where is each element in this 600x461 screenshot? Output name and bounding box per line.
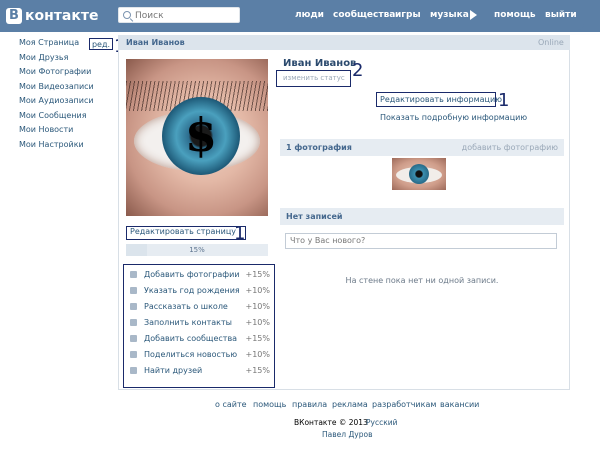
- sidebar-item-photos[interactable]: Мои Фотографии: [19, 67, 91, 76]
- logo-letter: В: [6, 8, 22, 24]
- change-status-link[interactable]: изменить статус: [283, 74, 345, 82]
- annotation-marker: 2: [352, 60, 364, 81]
- wall-title: Нет записей: [286, 212, 343, 221]
- online-status: Online: [538, 38, 564, 47]
- progress-label: 15%: [189, 246, 205, 254]
- task-item[interactable]: Указать год рождения +10%: [130, 284, 270, 298]
- photos-section-bar: 1 фотография добавить фотографию: [280, 139, 564, 156]
- profile-name: Иван Иванов: [283, 58, 357, 69]
- footer-rules[interactable]: правила: [292, 400, 327, 409]
- task-percent: +10%: [245, 286, 270, 295]
- task-label: Добавить сообщества: [144, 334, 238, 343]
- nav-games[interactable]: игры: [395, 0, 421, 30]
- sidebar-edit-link[interactable]: ред.: [89, 38, 113, 50]
- sidebar-item-videos[interactable]: Мои Видеозаписи: [19, 82, 94, 91]
- logo-text: контакте: [25, 8, 99, 24]
- task-label: Найти друзей: [144, 366, 203, 375]
- wall-post-input[interactable]: Что у Вас нового?: [285, 233, 557, 249]
- sidebar-item-news[interactable]: Мои Новости: [19, 125, 73, 134]
- add-photo-link[interactable]: добавить фотографию: [462, 139, 558, 156]
- thumb-eye-iris: [409, 164, 429, 184]
- sidebar-item-audio[interactable]: Мои Аудиозаписи: [19, 96, 94, 105]
- nav-communities[interactable]: сообщества: [333, 0, 395, 30]
- vk-logo[interactable]: В контакте: [6, 7, 98, 25]
- bar-profile-name: Иван Иванов: [126, 38, 185, 47]
- nav-help[interactable]: помощь: [494, 0, 536, 30]
- nav-logout[interactable]: выйти: [545, 0, 577, 30]
- sidebar-item-friends[interactable]: Мои Друзья: [19, 53, 68, 62]
- task-item[interactable]: Добавить фотографии +15%: [130, 268, 270, 282]
- footer-copyright: ВКонтакте © 2013: [294, 418, 368, 427]
- footer-about[interactable]: о сайте: [215, 400, 247, 409]
- task-label: Указать год рождения: [144, 286, 240, 295]
- profile-title-bar: [118, 35, 570, 50]
- star-icon: [130, 335, 137, 342]
- nav-music[interactable]: музыка: [430, 0, 469, 30]
- show-more-info-link[interactable]: Показать подробную информацию: [380, 113, 527, 122]
- task-item[interactable]: Добавить сообщества +15%: [130, 332, 270, 346]
- friends-icon: [130, 367, 137, 374]
- footer-language[interactable]: Русский: [366, 418, 398, 427]
- task-label: Добавить фотографии: [144, 270, 240, 279]
- gift-icon: [130, 287, 137, 294]
- task-item[interactable]: Рассказать о школе +10%: [130, 300, 270, 314]
- search-icon: [123, 11, 131, 19]
- task-item[interactable]: Заполнить контакты +10%: [130, 316, 270, 330]
- task-label: Рассказать о школе: [144, 302, 228, 311]
- search-input[interactable]: Поиск: [118, 7, 240, 23]
- photo-icon: [130, 271, 137, 278]
- task-item[interactable]: Поделиться новостью +10%: [130, 348, 270, 362]
- megaphone-icon: [130, 351, 137, 358]
- sidebar-item-messages[interactable]: Мои Сообщения: [19, 111, 87, 120]
- photo-thumbnail[interactable]: [392, 158, 446, 190]
- task-percent: +15%: [245, 334, 270, 343]
- photos-count: 1 фотография: [286, 143, 352, 152]
- profile-photo[interactable]: $: [126, 59, 268, 216]
- wall-section-bar: Нет записей: [280, 208, 564, 225]
- task-label: Поделиться новостью: [144, 350, 238, 359]
- edit-page-link[interactable]: Редактировать страницу: [130, 227, 236, 236]
- task-item[interactable]: Найти друзей +15%: [130, 364, 270, 378]
- dollar-sign-icon: $: [184, 108, 217, 162]
- task-percent: +15%: [245, 270, 270, 279]
- sidebar-item-my-page[interactable]: Моя Страница: [19, 38, 79, 47]
- footer-ads[interactable]: реклама: [332, 400, 368, 409]
- footer-jobs[interactable]: вакансии: [440, 400, 479, 409]
- phone-icon: [130, 319, 137, 326]
- annotation-marker: 1: [498, 90, 510, 111]
- footer-developers[interactable]: разработчикам: [372, 400, 436, 409]
- play-icon[interactable]: [470, 10, 477, 20]
- nav-people[interactable]: люди: [295, 0, 324, 30]
- task-percent: +15%: [245, 366, 270, 375]
- annotation-marker: 1: [234, 223, 246, 244]
- task-percent: +10%: [245, 318, 270, 327]
- sidebar-item-settings[interactable]: Мои Настройки: [19, 140, 84, 149]
- task-percent: +10%: [245, 302, 270, 311]
- school-icon: [130, 303, 137, 310]
- profile-completion-bar: 15%: [126, 244, 268, 256]
- footer-author[interactable]: Павел Дуров: [322, 430, 373, 439]
- edit-info-link[interactable]: Редактировать информацию: [380, 95, 502, 104]
- task-percent: +10%: [245, 350, 270, 359]
- search-placeholder: Поиск: [135, 11, 164, 21]
- footer-help[interactable]: помощь: [253, 400, 286, 409]
- wall-empty-message: На стене пока нет ни одной записи.: [345, 276, 499, 285]
- task-label: Заполнить контакты: [144, 318, 232, 327]
